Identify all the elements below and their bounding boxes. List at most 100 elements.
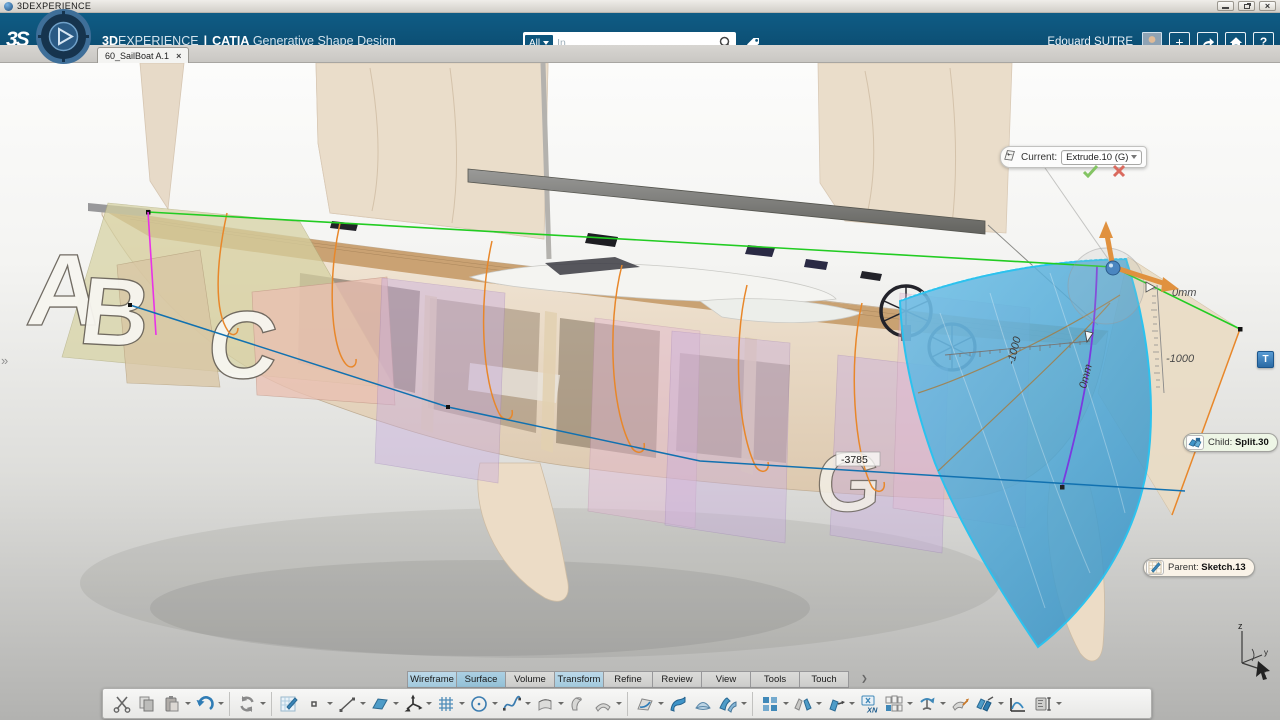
tool-extrude-button[interactable] <box>532 691 557 717</box>
current-feature-dropdown[interactable]: Extrude.10 (G) <box>1061 150 1142 165</box>
tool-rotate-dropdown[interactable] <box>939 691 947 717</box>
tool-join-dropdown[interactable] <box>997 691 1005 717</box>
toolbar-separator <box>752 692 753 716</box>
side-panel-toggle[interactable]: T <box>1257 351 1274 368</box>
tab-close-icon[interactable]: × <box>176 51 181 61</box>
tool-axis-dropdown[interactable] <box>425 691 433 717</box>
tool-circle-dropdown[interactable] <box>491 691 499 717</box>
ribbon-tab-surface[interactable]: Surface <box>456 671 506 688</box>
ribbon-tab-tools[interactable]: Tools <box>750 671 800 688</box>
tool-copy-button[interactable] <box>134 691 159 717</box>
fill-icon <box>693 694 713 714</box>
tool-pattern-button[interactable] <box>757 691 782 717</box>
line-endpoint[interactable] <box>1238 327 1243 332</box>
tool-blend-dropdown[interactable] <box>740 691 748 717</box>
3d-viewport[interactable]: A B C G <box>0 63 1280 720</box>
blend-icon <box>718 694 738 714</box>
tool-grid-button[interactable] <box>433 691 458 717</box>
svg-text:XN: XN <box>866 705 878 714</box>
tool-sweep-dropdown[interactable] <box>615 691 623 717</box>
grid-icon <box>436 694 456 714</box>
ribbon-tab-review[interactable]: Review <box>652 671 702 688</box>
tool-paste-dropdown[interactable] <box>184 691 192 717</box>
tool-translate-dropdown[interactable] <box>848 691 856 717</box>
tool-axis-button[interactable] <box>400 691 425 717</box>
tool-rotate-button[interactable] <box>914 691 939 717</box>
compass-button[interactable] <box>35 8 92 65</box>
feature-icon <box>1003 148 1017 166</box>
ribbon-tab-refine[interactable]: Refine <box>603 671 653 688</box>
manipulator-knob[interactable] <box>1106 261 1120 275</box>
tool-pattern-dropdown[interactable] <box>782 691 790 717</box>
tool-revolve-button[interactable] <box>565 691 590 717</box>
line-endpoint[interactable] <box>128 303 132 307</box>
tool-undo-button[interactable] <box>192 691 217 717</box>
section-plane[interactable] <box>375 278 505 483</box>
tool-analysis-button[interactable] <box>1005 691 1030 717</box>
toolbar-separator <box>229 692 230 716</box>
tool-fill-button[interactable] <box>690 691 715 717</box>
tool-extrapolate-button[interactable] <box>947 691 972 717</box>
jib-sail[interactable] <box>140 63 184 209</box>
tool-instantiate-xn-button[interactable]: XN <box>856 691 881 717</box>
ribbon-tab-wireframe[interactable]: Wireframe <box>407 671 457 688</box>
tool-sweep-surface-button[interactable] <box>665 691 690 717</box>
panel-expand-chevron[interactable]: » <box>1 353 8 368</box>
tool-plane-dropdown[interactable] <box>392 691 400 717</box>
restore-button[interactable] <box>1238 1 1255 11</box>
tool-plane-button[interactable] <box>367 691 392 717</box>
line-endpoint[interactable] <box>446 405 450 409</box>
tool-multi-output-button[interactable] <box>881 691 906 717</box>
tool-undo-dropdown[interactable] <box>217 691 225 717</box>
deck-hatch <box>860 271 882 281</box>
tool-line-dropdown[interactable] <box>359 691 367 717</box>
surface-icon <box>1186 435 1204 450</box>
dimension-label[interactable]: -3785 <box>836 452 880 466</box>
tool-extrude-dropdown[interactable] <box>557 691 565 717</box>
tool-line-button[interactable] <box>334 691 359 717</box>
section-plane[interactable] <box>665 331 790 543</box>
parent-feature-pill[interactable]: Parent: Sketch.13 <box>1143 558 1255 577</box>
curve-endpoint[interactable] <box>1060 485 1065 490</box>
document-tab[interactable]: 60_SailBoat A.1 × <box>97 47 189 63</box>
tool-grid-dropdown[interactable] <box>458 691 466 717</box>
minimize-button[interactable] <box>1217 1 1234 11</box>
tool-spline-dropdown[interactable] <box>524 691 532 717</box>
close-button[interactable]: × <box>1259 1 1276 11</box>
chevron-right-icon[interactable]: ❯ <box>861 674 868 683</box>
tool-measure-button[interactable] <box>1030 691 1055 717</box>
tool-join-button[interactable] <box>972 691 997 717</box>
tool-paste-button[interactable] <box>159 691 184 717</box>
tool-point-dropdown[interactable] <box>326 691 334 717</box>
tool-symmetry-button[interactable] <box>790 691 815 717</box>
tool-circle-button[interactable] <box>466 691 491 717</box>
document-tab-label: 60_SailBoat A.1 <box>105 51 169 61</box>
tool-measure-dropdown[interactable] <box>1055 691 1063 717</box>
tool-sketch-button[interactable] <box>276 691 301 717</box>
tool-blend-button[interactable] <box>715 691 740 717</box>
tool-point-button[interactable] <box>301 691 326 717</box>
tool-symmetry-dropdown[interactable] <box>815 691 823 717</box>
tool-cut-button[interactable] <box>109 691 134 717</box>
tool-update-button[interactable] <box>234 691 259 717</box>
manipulator-arrowhead[interactable] <box>1099 221 1113 238</box>
extrapolate-icon <box>950 694 970 714</box>
tool-update-dropdown[interactable] <box>259 691 267 717</box>
main-sail[interactable] <box>316 63 548 239</box>
ribbon-tab-transform[interactable]: Transform <box>554 671 604 688</box>
cancel-x-icon[interactable] <box>1112 164 1126 178</box>
extrude-icon <box>535 694 555 714</box>
ribbon-tab-view[interactable]: View <box>701 671 751 688</box>
tool-sweep-button[interactable] <box>590 691 615 717</box>
ribbon-tab-volume[interactable]: Volume <box>505 671 555 688</box>
ok-check-icon[interactable] <box>1082 164 1099 178</box>
ribbon-tab-touch[interactable]: Touch <box>799 671 849 688</box>
tool-translate-button[interactable] <box>823 691 848 717</box>
deck-hatch <box>585 233 618 247</box>
tool-split-button[interactable] <box>632 691 657 717</box>
tool-split-dropdown[interactable] <box>657 691 665 717</box>
tool-multi-output-dropdown[interactable] <box>906 691 914 717</box>
toolbar-separator <box>271 692 272 716</box>
child-feature-pill[interactable]: Child: Split.30 <box>1183 433 1278 452</box>
tool-spline-button[interactable] <box>499 691 524 717</box>
